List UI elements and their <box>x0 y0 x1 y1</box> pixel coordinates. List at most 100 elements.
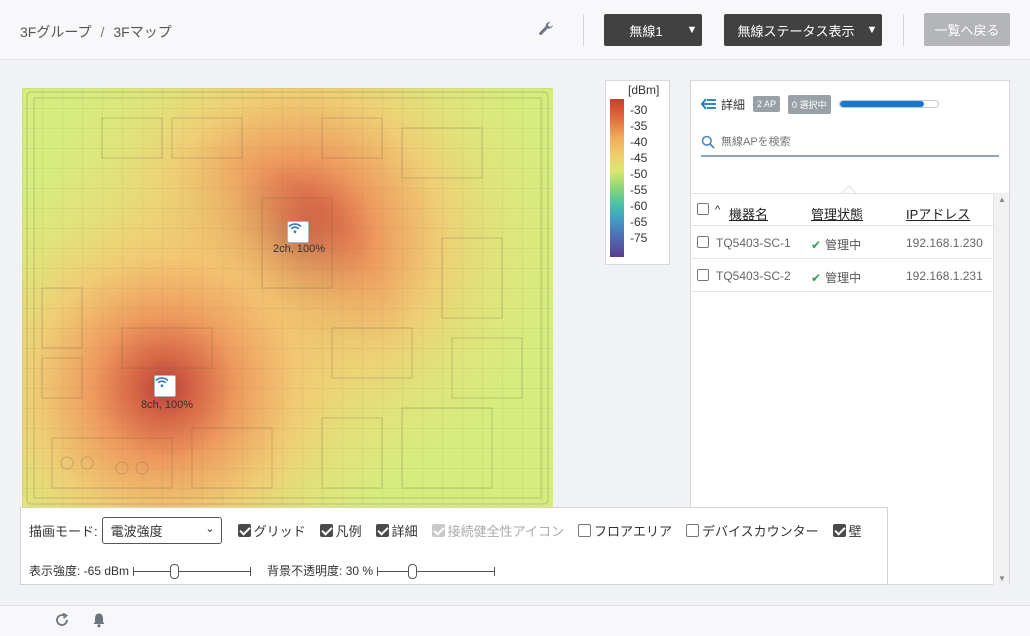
device-name-cell: TQ5403-SC-1 <box>716 236 791 250</box>
legend-label: 凡例 <box>335 523 362 539</box>
access-point-marker[interactable] <box>287 221 309 243</box>
legend-tick: -65 <box>630 215 648 229</box>
selected-count-badge: 0 選択中 <box>788 94 831 114</box>
breadcrumb-separator: / <box>100 24 105 40</box>
wall-checkbox[interactable] <box>832 523 846 537</box>
status-text: 管理中 <box>825 238 862 252</box>
check-icon: ✔ <box>811 238 822 252</box>
status-dropdown[interactable]: 無線ステータス表示 ▼ <box>724 14 882 46</box>
sort-indicator: ^ <box>715 204 721 216</box>
ip-cell: 192.168.1.231 <box>906 269 983 283</box>
status-cell: ✔ 管理中 <box>811 269 861 286</box>
table-header: ^ 機器名 管理状態 IPアドレス <box>691 193 993 226</box>
breadcrumb: 3Fグループ / 3Fマップ <box>20 22 172 42</box>
status-cell: ✔ 管理中 <box>811 236 861 253</box>
floor-area-label: フロアエリア <box>594 523 673 539</box>
access-point-label: 2ch, 100% <box>273 243 325 255</box>
health-icon-label: 接続健全性アイコン <box>447 523 565 539</box>
heatmap-canvas <box>22 88 553 508</box>
header-divider <box>903 14 904 46</box>
legend-ticks: -30 -35 -40 -45 -50 -55 -60 -65 -75 <box>630 102 647 246</box>
strength-slider-handle[interactable] <box>170 563 180 579</box>
legend-tick: -35 <box>630 119 648 133</box>
device-name-cell: TQ5403-SC-2 <box>716 269 791 283</box>
progress-fill <box>839 101 924 107</box>
column-mgmt-status[interactable]: 管理状態 <box>811 204 863 223</box>
legend-unit: [dBm] <box>628 83 660 97</box>
draw-mode-select[interactable]: 電波強度 ⌄ <box>101 516 222 544</box>
wall-option[interactable]: 壁 <box>832 521 862 540</box>
floor-area-checkbox[interactable] <box>578 523 592 537</box>
grid-checkbox[interactable] <box>237 523 251 537</box>
scroll-down-icon[interactable]: ▼ <box>994 574 1010 583</box>
radio-dropdown-label: 無線1 <box>629 23 663 39</box>
footer-bar <box>0 605 1030 636</box>
scrollbar[interactable]: ▲ ▼ <box>993 193 1009 585</box>
check-icon: ✔ <box>811 271 822 285</box>
detail-checkbox[interactable] <box>375 523 389 537</box>
device-counter-option[interactable]: デバイスカウンター <box>686 521 819 540</box>
legend-tick: -45 <box>630 151 648 165</box>
table-row[interactable]: TQ5403-SC-2 ✔ 管理中 192.168.1.231 <box>691 259 993 292</box>
draw-mode-value: 電波強度 <box>110 523 163 539</box>
opacity-label: 背景不透明度: 30 % <box>267 564 374 578</box>
floor-heatmap[interactable]: 2ch, 100% 8ch, 100% <box>22 88 553 508</box>
legend-option[interactable]: 凡例 <box>319 521 362 540</box>
status-text: 管理中 <box>825 271 862 285</box>
ip-cell: 192.168.1.230 <box>906 236 983 250</box>
legend-tick: -55 <box>630 183 648 197</box>
display-options-toolbar: 描画モード: 電波強度 ⌄ グリッド 凡例 詳細 接続健全性アイコン フロアエリ… <box>20 507 888 585</box>
header-divider <box>583 14 584 46</box>
legend-tick: -50 <box>630 167 648 181</box>
legend-tick: -60 <box>630 199 648 213</box>
breadcrumb-map: 3Fマップ <box>113 24 172 40</box>
ap-count-badge: 2 AP <box>753 96 781 112</box>
row-checkbox[interactable] <box>697 269 709 281</box>
opacity-slider[interactable] <box>377 563 496 579</box>
bell-icon[interactable] <box>91 612 107 628</box>
strength-label: 表示強度: -65 dBm <box>29 564 130 578</box>
opacity-slider-handle[interactable] <box>408 563 418 579</box>
wrench-icon[interactable] <box>537 20 555 38</box>
draw-mode-label: 描画モード: <box>29 523 98 539</box>
floor-area-option[interactable]: フロアエリア <box>578 521 672 540</box>
strength-slider[interactable] <box>133 563 252 579</box>
wall-label: 壁 <box>848 523 862 539</box>
slider-row: 表示強度: -65 dBm 背景不透明度: 30 % <box>29 562 501 579</box>
access-point-marker[interactable] <box>154 375 176 397</box>
signal-legend: [dBm] -30 -35 -40 -45 -50 -55 -60 -65 -7… <box>605 80 670 265</box>
caret-down-icon: ▼ <box>686 24 698 36</box>
progress-bar <box>838 100 939 108</box>
top-bar: 3Fグループ / 3Fマップ 無線1 ▼ 無線ステータス表示 ▼ 一覧へ戻る <box>0 0 1030 60</box>
search-icon <box>701 135 715 149</box>
wifi-icon <box>155 377 169 388</box>
detail-label: 詳細 <box>721 97 746 112</box>
wifi-icon <box>288 223 302 234</box>
breadcrumb-group[interactable]: 3Fグループ <box>20 24 92 40</box>
health-icon-option: 接続健全性アイコン <box>431 521 565 540</box>
back-to-list-button[interactable]: 一覧へ戻る <box>924 13 1010 46</box>
detail-label: 詳細 <box>391 523 418 539</box>
refresh-icon[interactable] <box>54 612 70 628</box>
status-dropdown-label: 無線ステータス表示 <box>737 23 855 39</box>
search-box <box>701 129 999 157</box>
device-counter-checkbox[interactable] <box>686 523 700 537</box>
search-input[interactable] <box>721 136 981 148</box>
radio-dropdown[interactable]: 無線1 ▼ <box>604 14 702 46</box>
select-all-checkbox[interactable] <box>697 203 709 215</box>
collapse-panel-icon[interactable] <box>701 98 717 110</box>
column-ip-address[interactable]: IPアドレス <box>906 204 970 223</box>
grid-label: グリッド <box>253 523 306 539</box>
legend-tick: -40 <box>630 135 648 149</box>
grid-option[interactable]: グリッド <box>237 521 306 540</box>
chevron-down-icon: ⌄ <box>205 522 215 535</box>
column-device-name[interactable]: 機器名 <box>729 204 768 223</box>
legend-tick: -30 <box>630 103 648 117</box>
table-row[interactable]: TQ5403-SC-1 ✔ 管理中 192.168.1.230 <box>691 226 993 259</box>
panel-header: 詳細 2 AP 0 選択中 <box>701 94 939 114</box>
legend-checkbox[interactable] <box>319 523 333 537</box>
detail-option[interactable]: 詳細 <box>375 521 418 540</box>
caret-down-icon: ▼ <box>866 24 878 36</box>
row-checkbox[interactable] <box>697 236 709 248</box>
scroll-up-icon[interactable]: ▲ <box>994 195 1010 204</box>
